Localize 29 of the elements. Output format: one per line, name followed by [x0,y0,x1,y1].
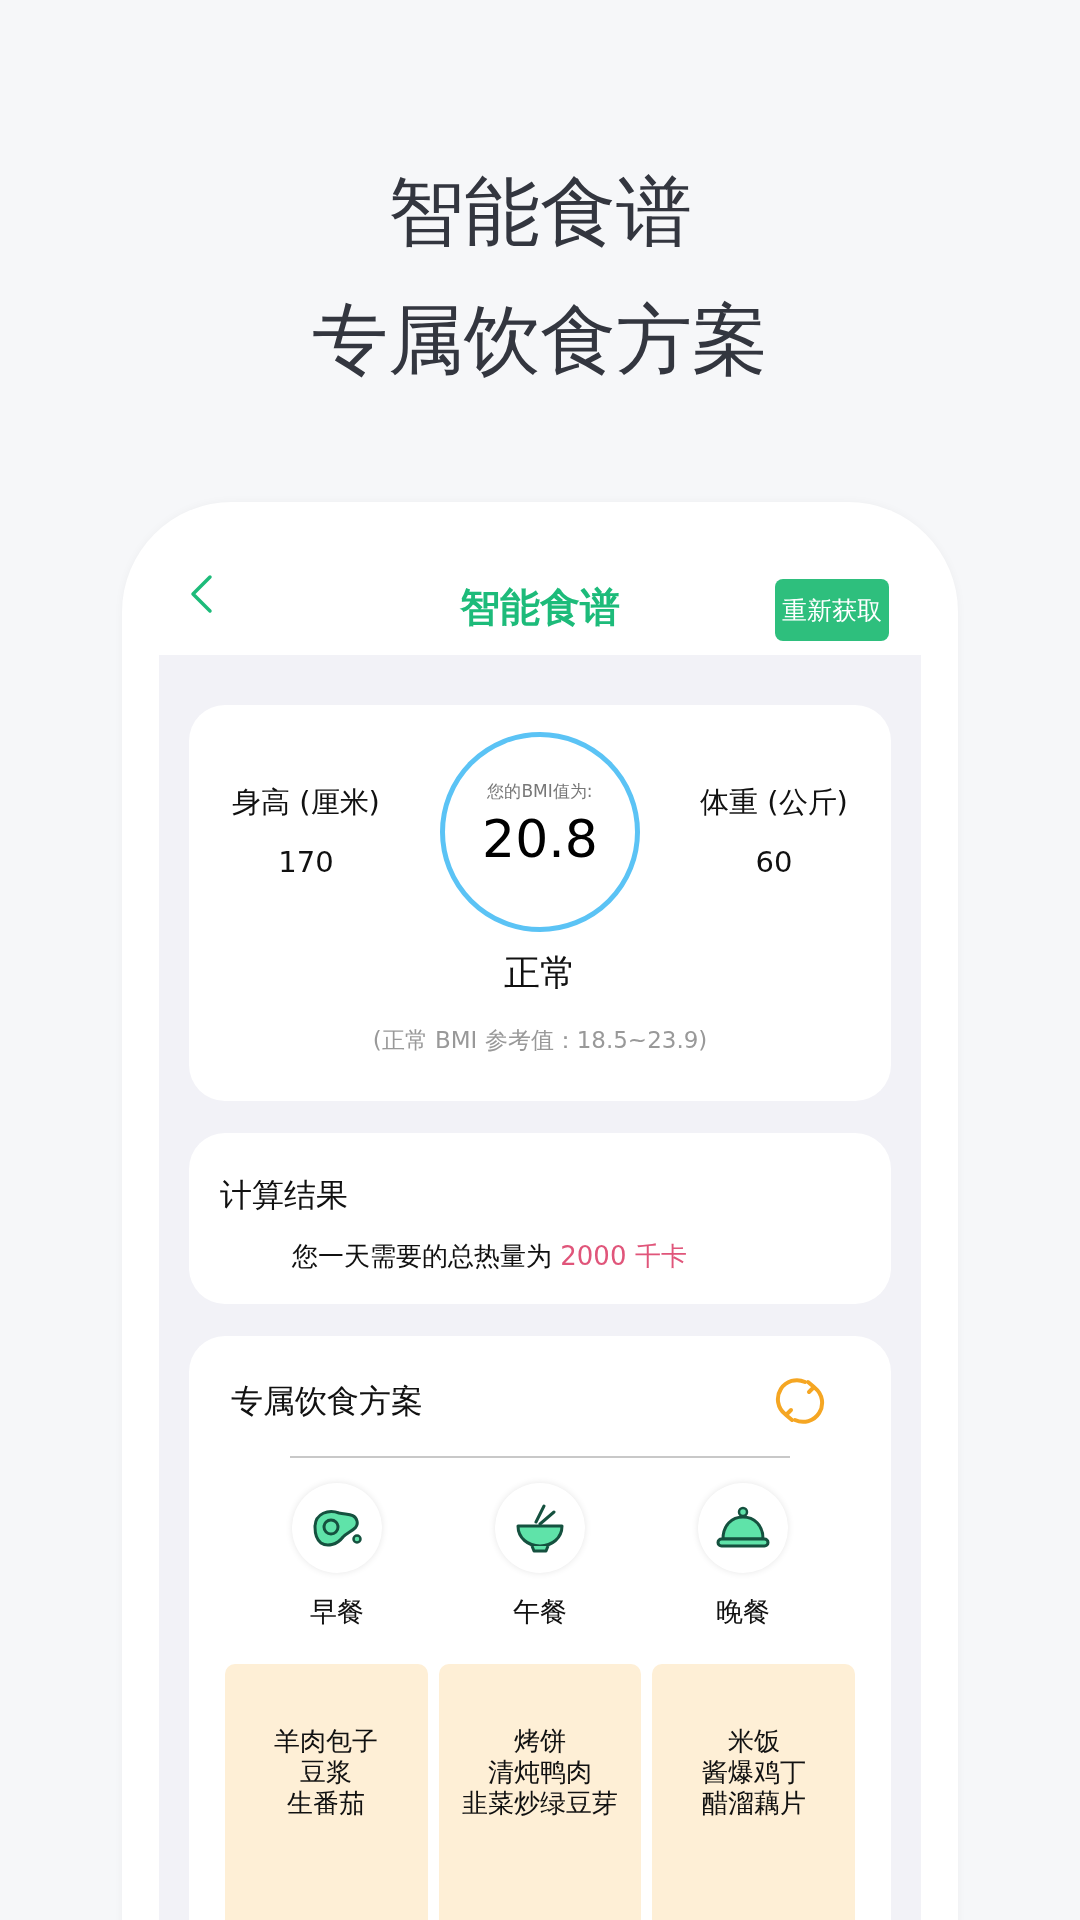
height-label: 身高 (厘米) [232,784,380,821]
dish-name: 生番茄 [287,1788,366,1819]
dish-name: 清炖鸭肉 [488,1757,592,1788]
bmi-status: 正常 [504,951,576,995]
dish-name: 烤饼 [514,1726,566,1757]
bowl-icon [514,1502,566,1554]
section-title: 专属饮食方案 [230,1381,424,1422]
dish-name: 米饭 [727,1726,780,1757]
cloche-icon [715,1505,771,1551]
weight-label: 体重 (公斤) [700,784,848,821]
dish-name: 羊肉包子 [274,1726,379,1757]
calorie-text: 您一天需要的总热量为 2000 千卡 [291,1240,688,1273]
bmi-value: 20.8 [482,808,598,871]
meal-label: 早餐 [310,1595,364,1629]
headline: 专属饮食方案 [312,294,768,386]
page-title: 智能食谱 [459,583,621,632]
dish-name: 醋溜藕片 [701,1788,806,1819]
dish-name: 韭菜炒绿豆芽 [462,1788,618,1819]
dish-name: 豆浆 [300,1757,353,1788]
dish-name: 酱爆鸡丁 [701,1757,806,1788]
bmi-caption: 您的BMI值为: [487,780,593,803]
meal-label: 午餐 [513,1595,567,1629]
height-value: 170 [278,844,334,881]
headline: 智能食谱 [388,166,692,258]
refresh-button[interactable]: 重新获取 [775,579,889,641]
meal-label: 晚餐 [716,1595,770,1629]
reference-range: (正常 BMI 参考值：18.5~23.9) [372,1026,708,1055]
weight-value: 60 [755,844,793,881]
section-title: 计算结果 [219,1175,349,1216]
